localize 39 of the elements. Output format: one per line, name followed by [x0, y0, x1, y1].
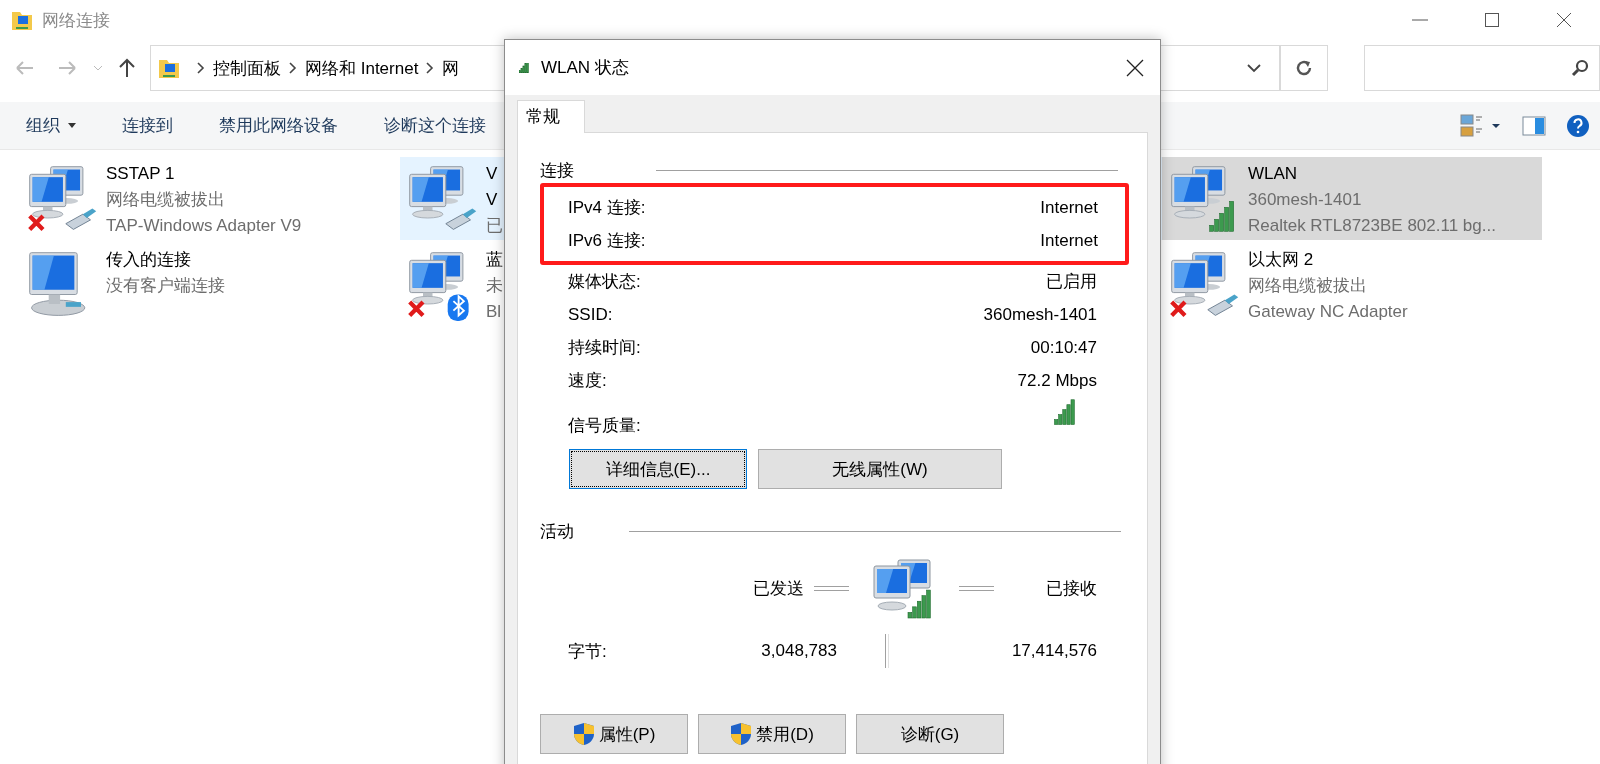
connection-name: WLAN: [1248, 163, 1299, 185]
bytes-sent: 3,048,783: [760, 641, 837, 661]
connection-detail: Realtek RTL8723BE 802.11 bg...: [1248, 215, 1496, 237]
window-title: 网络连接: [42, 9, 110, 32]
info-value: 72.2 Mbps: [1017, 370, 1097, 391]
connection-detail: 360mesh-1401: [1248, 189, 1363, 211]
connection-name: 传入的连接: [106, 249, 192, 271]
connection-name: SSTAP 1: [106, 163, 176, 185]
info-value: 00:10:47: [1030, 337, 1097, 358]
connection-detail: Gateway NC Adapter: [1248, 301, 1408, 323]
connection-name: 以太网 2: [1248, 249, 1315, 271]
activity-label: 已接收: [1046, 577, 1097, 600]
info-label: 媒体状态:: [568, 271, 641, 293]
info-value: Internet: [1040, 197, 1098, 218]
info-value: Internet: [1040, 230, 1098, 251]
info-value: 已启用: [1046, 271, 1097, 293]
info-label: 字节:: [568, 640, 608, 663]
connection-detail: 网络电缆被拔出: [1248, 275, 1368, 297]
info-label: 信号质量:: [568, 415, 641, 437]
group-title: 连接: [540, 159, 574, 182]
activity-label: 已发送: [753, 577, 804, 600]
connection-detail: TAP-Windows Adapter V9: [106, 215, 302, 237]
connection-name: V: [486, 189, 499, 211]
info-label: 持续时间:: [568, 337, 641, 359]
connection-detail: 网络电缆被拔出: [106, 189, 226, 211]
info-value: 360mesh-1401: [983, 304, 1097, 325]
connection-name: 蓝: [486, 249, 503, 271]
connection-name: V: [486, 163, 499, 185]
dialog-title: WLAN 状态: [541, 57, 629, 79]
connection-detail: 已: [486, 215, 503, 237]
info-label: IPv6 连接:: [568, 230, 646, 252]
group-title: 活动: [540, 520, 574, 543]
connection-detail: 未: [486, 275, 503, 297]
connection-detail: Bl: [486, 301, 503, 323]
info-label: SSID:: [568, 304, 613, 325]
bytes-received: 17,414,576: [1010, 641, 1097, 661]
info-label: 速度:: [568, 370, 607, 392]
info-label: IPv4 连接:: [568, 197, 646, 219]
connection-detail: 没有客户端连接: [106, 275, 225, 297]
